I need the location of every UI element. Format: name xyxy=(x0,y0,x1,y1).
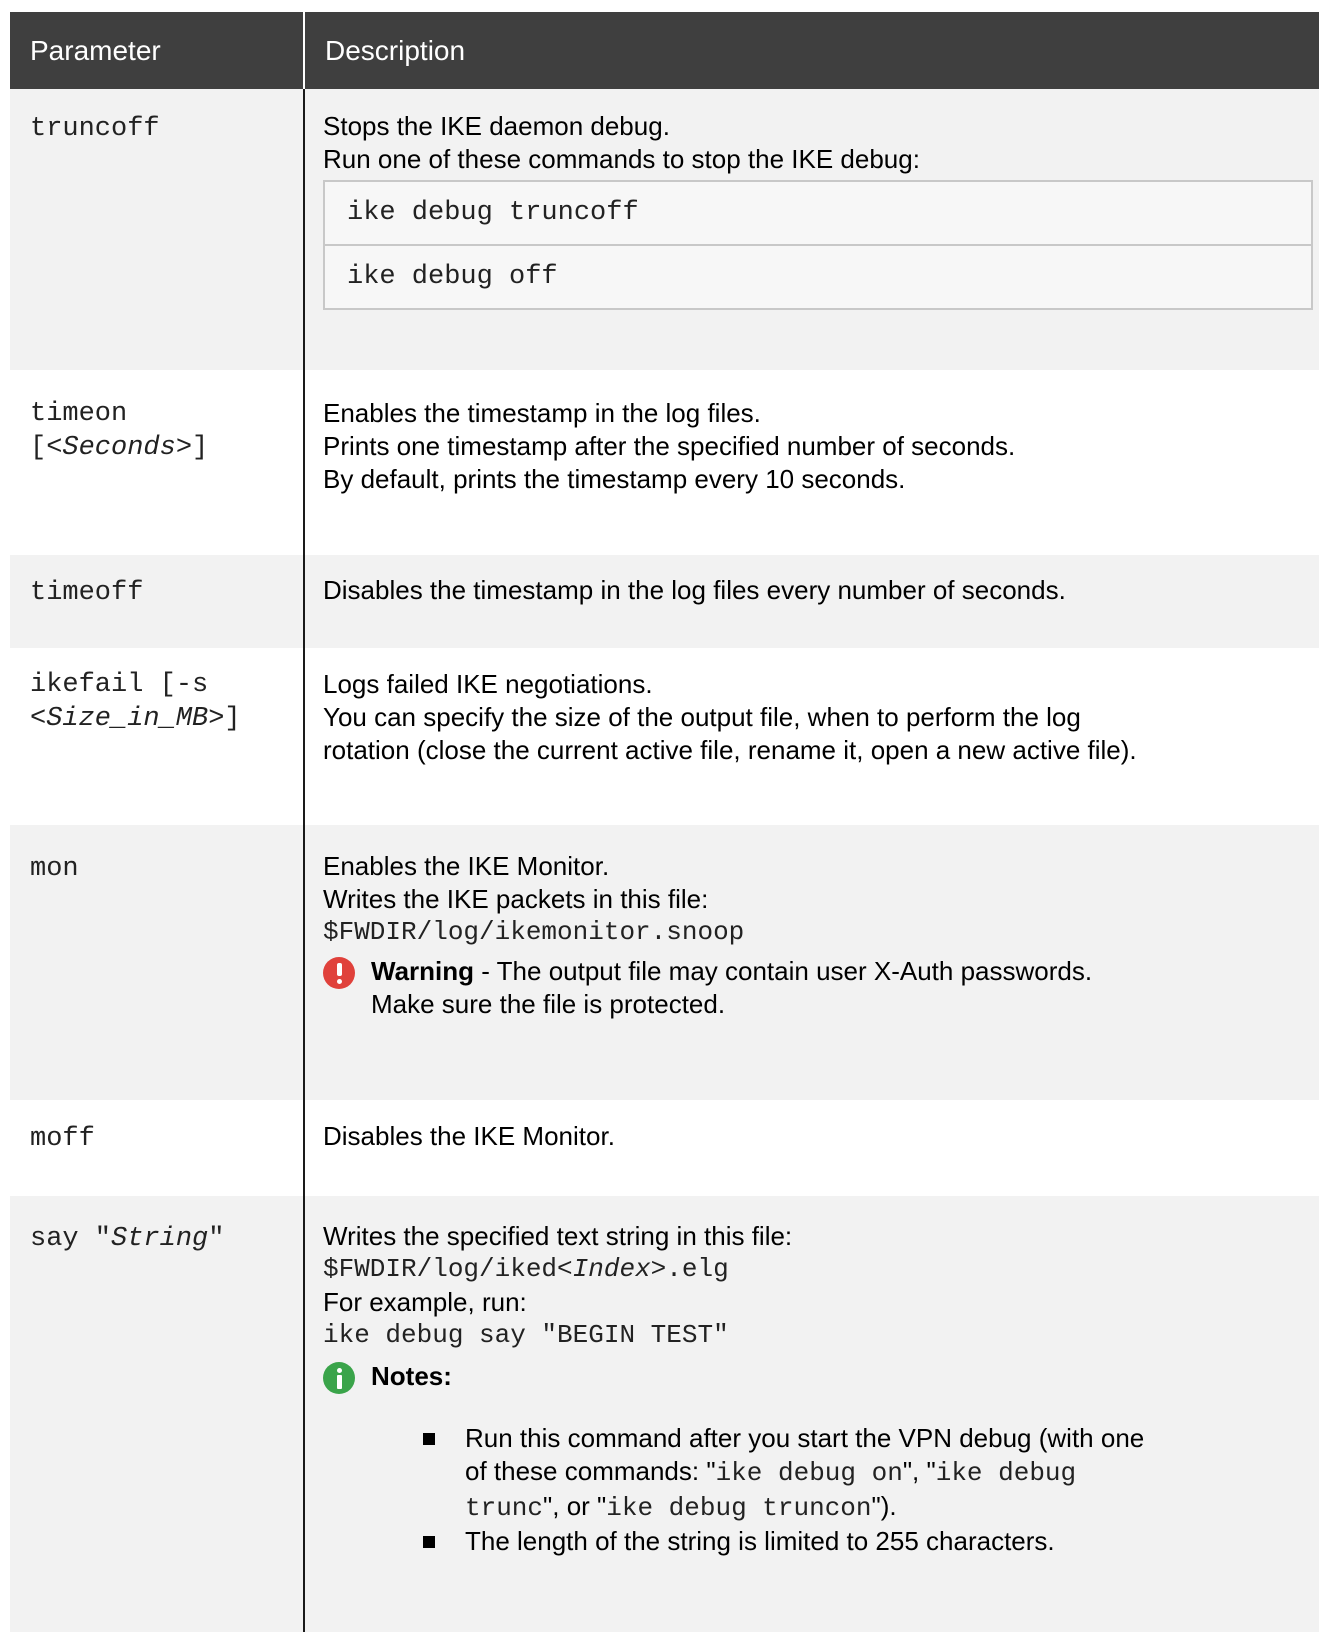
note-text: Run this command after you start the VPN… xyxy=(465,1423,1145,1453)
inline-code: ike debug xyxy=(935,1458,1077,1488)
description-line: Disables the timestamp in the log files … xyxy=(323,575,1066,605)
param-cell: timeoff xyxy=(10,555,305,648)
description-line: By default, prints the timestamp every 1… xyxy=(323,464,906,494)
file-path: $FWDIR/log/ikemonitor.snoop xyxy=(323,917,745,947)
parameter-table: Parameter Description truncoff Stops the… xyxy=(10,12,1319,1632)
description-line: Disables the IKE Monitor. xyxy=(323,1121,615,1151)
description-cell: Disables the IKE Monitor. xyxy=(304,1100,1319,1196)
table-row-say: say "String" Writes the specified text s… xyxy=(10,1196,1319,1632)
description-cell: Disables the timestamp in the log files … xyxy=(304,555,1319,648)
param-cell: truncoff xyxy=(10,89,305,370)
description-line: Writes the IKE packets in this file: xyxy=(323,884,709,914)
param-cell: mon xyxy=(10,825,305,1100)
param-cell: moff xyxy=(10,1100,305,1196)
path-text: >.elg xyxy=(650,1254,729,1284)
table-row-timeoff: timeoff Disables the timestamp in the lo… xyxy=(10,555,1319,648)
path-placeholder: Index xyxy=(572,1254,651,1284)
warning-body: - The output file may contain user X-Aut… xyxy=(474,956,1093,986)
param-placeholder: Size_in_MB xyxy=(46,704,209,734)
description-line: Enables the timestamp in the log files. xyxy=(323,398,761,428)
description-line: Logs failed IKE negotiations. xyxy=(323,669,653,699)
param-placeholder: Seconds xyxy=(62,433,176,463)
inline-code: ike debug on xyxy=(715,1458,903,1488)
header-parameter: Parameter xyxy=(10,12,305,89)
notes-label: Notes: xyxy=(371,1361,452,1391)
param-name: ikefail [-s xyxy=(30,670,209,700)
code-block: ike debug truncoff ike debug off xyxy=(323,180,1313,310)
param-name: timeon xyxy=(30,399,128,429)
example-command: ike debug say "BEGIN TEST" xyxy=(323,1320,729,1350)
param-argument: [<Seconds>] xyxy=(30,431,295,465)
info-icon xyxy=(323,1362,355,1394)
note-text: ", " xyxy=(902,1456,936,1486)
description-line: Stops the IKE daemon debug. xyxy=(323,111,670,141)
param-placeholder: String xyxy=(111,1224,209,1254)
param-name: moff xyxy=(30,1124,95,1154)
code-line: ike debug off xyxy=(325,244,1311,308)
warning-body: Make sure the file is protected. xyxy=(371,989,726,1019)
file-path: $FWDIR/log/iked<Index>.elg xyxy=(323,1253,1309,1286)
param-cell: timeon [<Seconds>] xyxy=(10,370,305,555)
description-line: You can specify the size of the output f… xyxy=(323,702,1081,732)
description-cell: Enables the timestamp in the log files. … xyxy=(304,370,1319,555)
table-row-truncoff: truncoff Stops the IKE daemon debug. Run… xyxy=(10,89,1319,370)
param-cell: say "String" xyxy=(10,1196,305,1632)
table-row-ikefail: ikefail [-s <Size_in_MB>] Logs failed IK… xyxy=(10,648,1319,825)
description-line: Writes the specified text string in this… xyxy=(323,1221,793,1251)
warning-label: Warning xyxy=(371,956,475,986)
header-description: Description xyxy=(304,12,1319,89)
table-row-mon: mon Enables the IKE Monitor. Writes the … xyxy=(10,825,1319,1100)
param-argument: <Size_in_MB>] xyxy=(30,702,295,736)
description-cell: Logs failed IKE negotiations. You can sp… xyxy=(304,648,1319,825)
param-name: timeoff xyxy=(30,578,144,608)
warning-text: Warning - The output file may contain us… xyxy=(371,955,1092,1021)
warning-icon xyxy=(323,957,355,989)
description-line: Enables the IKE Monitor. xyxy=(323,851,610,881)
param-text: [< xyxy=(30,433,63,463)
note-text: The length of the string is limited to 2… xyxy=(465,1526,1055,1556)
description-cell: Writes the specified text string in this… xyxy=(304,1196,1319,1632)
note-text: ", or " xyxy=(543,1491,607,1521)
warning-callout: Warning - The output file may contain us… xyxy=(323,955,1309,1021)
param-text: " xyxy=(208,1224,225,1254)
note-text: of these commands: " xyxy=(465,1456,716,1486)
param-cell: ikefail [-s <Size_in_MB>] xyxy=(10,648,305,825)
param-text: < xyxy=(30,704,47,734)
path-text: $FWDIR/log/iked< xyxy=(323,1254,573,1284)
notes-callout: Notes: xyxy=(323,1360,1309,1394)
description-line: Prints one timestamp after the specified… xyxy=(323,431,1016,461)
description-line: rotation (close the current active file,… xyxy=(323,735,1137,765)
table-header-row: Parameter Description xyxy=(10,12,1319,89)
param-name: say "String" xyxy=(30,1224,224,1254)
list-item: Run this command after you start the VPN… xyxy=(419,1422,1309,1525)
param-text: >] xyxy=(175,433,209,463)
inline-code: trunc xyxy=(465,1493,544,1523)
note-text: "). xyxy=(871,1491,897,1521)
param-text: >] xyxy=(208,704,241,734)
param-name: mon xyxy=(30,854,79,884)
notes-list: Run this command after you start the VPN… xyxy=(323,1422,1309,1558)
description-line: For example, run: xyxy=(323,1287,527,1317)
description-cell: Stops the IKE daemon debug. Run one of t… xyxy=(304,89,1319,370)
description-line: Run one of these commands to stop the IK… xyxy=(323,144,920,174)
code-line: ike debug truncoff xyxy=(347,198,639,228)
list-item: The length of the string is limited to 2… xyxy=(419,1525,1309,1558)
param-name: truncoff xyxy=(30,114,160,144)
description-cell: Enables the IKE Monitor. Writes the IKE … xyxy=(304,825,1319,1100)
inline-code: ike debug truncon xyxy=(606,1493,872,1523)
table-row-timeon: timeon [<Seconds>] Enables the timestamp… xyxy=(10,370,1319,555)
table-row-moff: moff Disables the IKE Monitor. xyxy=(10,1100,1319,1196)
param-text: say " xyxy=(30,1224,112,1254)
